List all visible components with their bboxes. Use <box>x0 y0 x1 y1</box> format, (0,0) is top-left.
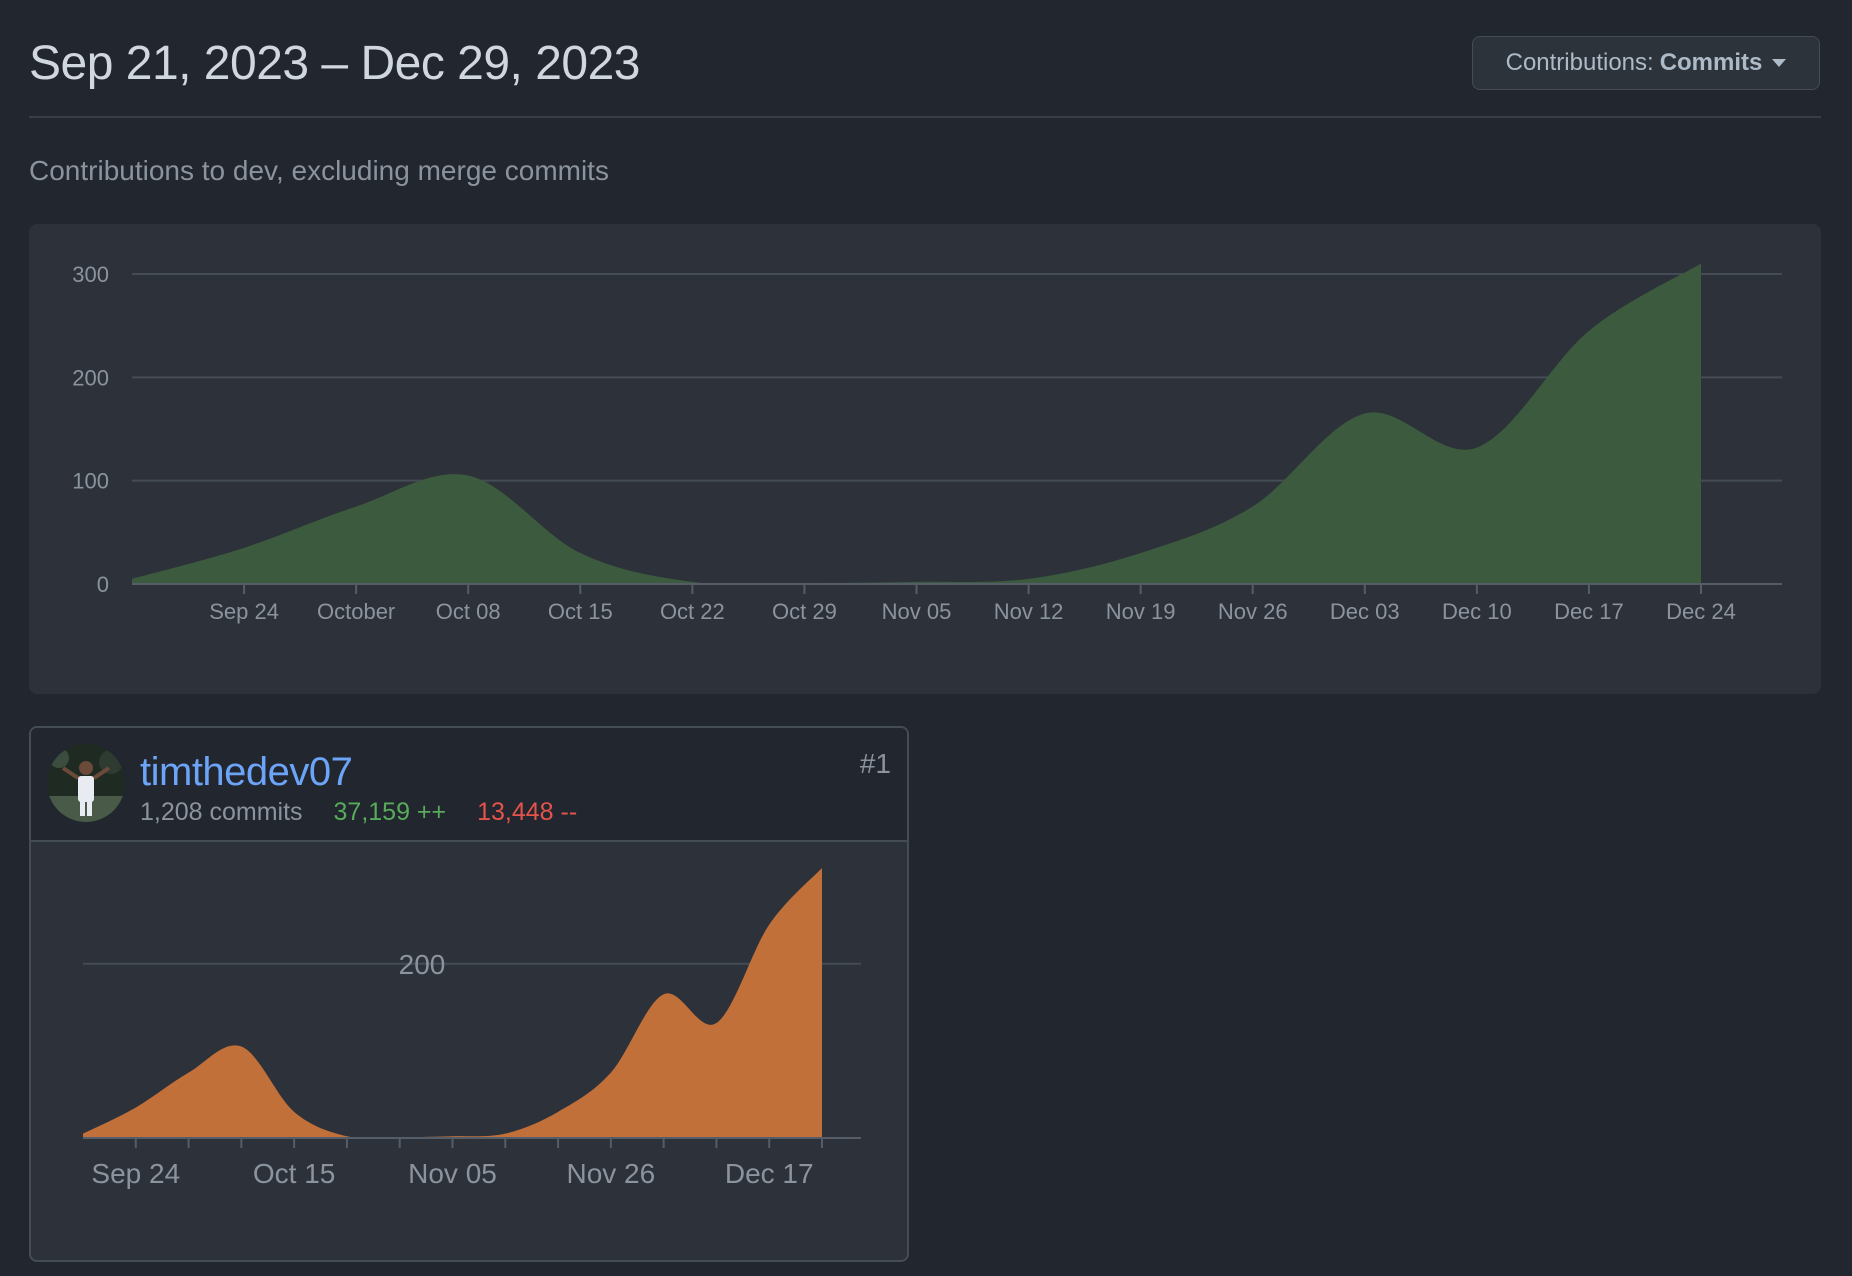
x-tick-label: Nov 19 <box>1106 599 1176 624</box>
page-title: Sep 21, 2023 – Dec 29, 2023 <box>29 37 641 90</box>
contributor-chart: 200 Sep 24 Oct 15 Nov 05 Nov 26 Dec 17 <box>83 868 861 1189</box>
area-series <box>83 868 822 1139</box>
x-tick-label: Dec 03 <box>1330 599 1400 624</box>
main-contributions-chart: 0 100 200 300 Sep 24 October Oct 08 Oct 15 Oct 2… <box>72 262 1782 624</box>
contributions-dropdown-button[interactable]: Contributions: Commits <box>1472 36 1820 90</box>
x-tick-label: Oct 29 <box>772 599 837 624</box>
x-tick-label: Oct 15 <box>253 1158 335 1189</box>
y-tick-label: 300 <box>72 262 109 287</box>
x-tick-label: Oct 08 <box>436 599 501 624</box>
dropdown-label: Contributions: <box>1505 49 1654 76</box>
chevron-down-icon <box>1772 59 1787 67</box>
y-tick-label: 200 <box>72 365 109 390</box>
area-series <box>132 263 1701 585</box>
y-tick-label: 100 <box>72 469 109 494</box>
main-chart-panel: 0 100 200 300 Sep 24 October Oct 08 Oct 15 Oct 2… <box>29 224 1821 694</box>
chart-subtitle: Contributions to dev, excluding merge co… <box>29 155 609 186</box>
x-tick-label: Nov 05 <box>408 1158 497 1189</box>
header-divider <box>29 116 1821 118</box>
x-tick-label: Nov 26 <box>566 1158 655 1189</box>
y-tick-label: 0 <box>97 572 109 597</box>
x-tick-label: Sep 24 <box>209 599 279 624</box>
x-tick-label: Dec 17 <box>725 1158 814 1189</box>
x-tick-label: Dec 17 <box>1554 599 1624 624</box>
y-tick-label: 200 <box>399 949 446 980</box>
x-tick-label: October <box>317 599 395 624</box>
x-tick-label: Oct 22 <box>660 599 725 624</box>
x-tick-label: Sep 24 <box>91 1158 180 1189</box>
contributor-card: timthedev07 #1 1,208 commits 37,159 ++ 1… <box>29 726 909 1262</box>
x-tick-label: Nov 05 <box>882 599 952 624</box>
x-tick-label: Oct 15 <box>548 599 613 624</box>
x-tick-label: Dec 10 <box>1442 599 1512 624</box>
x-tick-label: Dec 24 <box>1666 599 1736 624</box>
x-tick-label: Nov 12 <box>994 599 1064 624</box>
dropdown-value: Commits <box>1659 49 1763 76</box>
x-tick-label: Nov 26 <box>1218 599 1288 624</box>
